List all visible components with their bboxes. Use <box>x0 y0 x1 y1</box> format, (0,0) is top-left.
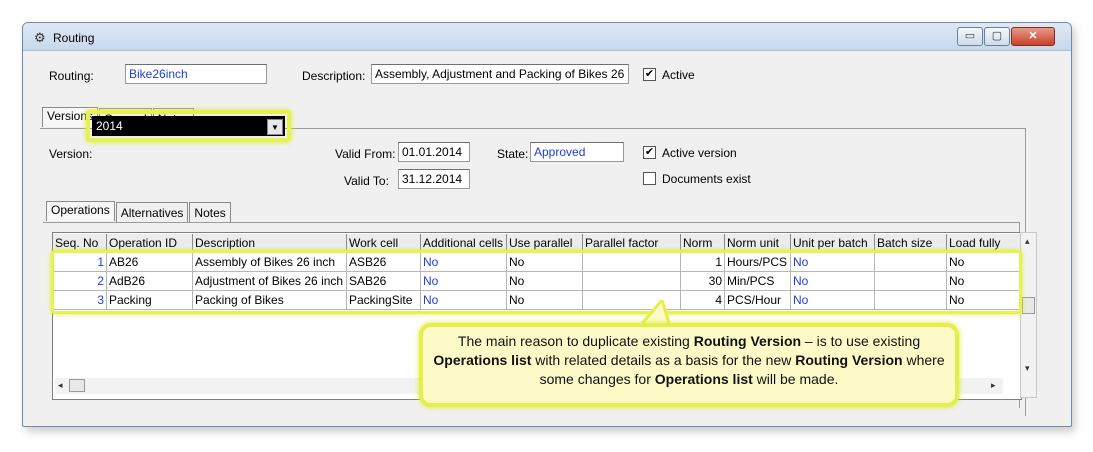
version-value: 2014 <box>96 119 123 133</box>
cell-description[interactable]: Assembly of Bikes 26 inch <box>193 253 347 272</box>
cell-norm-unit[interactable]: Hours/PCS <box>725 253 791 272</box>
callout-bold-4: Operations list <box>654 371 753 387</box>
horizontal-scroll-thumb[interactable] <box>69 379 85 392</box>
scroll-left-icon[interactable]: ◂ <box>58 380 63 391</box>
col-header-load-fully[interactable]: Load fully <box>947 234 1021 253</box>
cell-operation-id[interactable]: AB26 <box>107 253 193 272</box>
callout-text-2: – is to use existing <box>801 333 921 349</box>
scroll-right-icon[interactable]: ▸ <box>991 380 996 391</box>
callout-text-3: with related details as a basis for the … <box>531 352 796 368</box>
callout-bold-3: Routing Version <box>795 352 903 368</box>
col-header-norm[interactable]: Norm <box>681 234 725 253</box>
cell-work-cell[interactable]: SAB26 <box>347 272 421 291</box>
cell-seq-no[interactable]: 3 <box>53 291 107 310</box>
window-title: Routing <box>53 31 95 45</box>
cell-description[interactable]: Packing of Bikes <box>193 291 347 310</box>
valid-to-label: Valid To: <box>344 174 389 188</box>
active-version-label: Active version <box>662 146 737 160</box>
callout-bold-2: Operations list <box>433 352 532 368</box>
cell-seq-no[interactable]: 2 <box>53 272 107 291</box>
info-callout: The main reason to duplicate existing Ro… <box>419 323 959 407</box>
documents-exist-label: Documents exist <box>662 172 751 186</box>
cell-use-parallel[interactable]: No <box>507 253 583 272</box>
routing-field[interactable]: Bike26inch <box>125 64 267 84</box>
cell-seq-no[interactable]: 1 <box>53 253 107 272</box>
cell-norm-unit[interactable]: PCS/Hour <box>725 291 791 310</box>
col-header-norm-unit[interactable]: Norm unit <box>725 234 791 253</box>
cell-use-parallel[interactable]: No <box>507 272 583 291</box>
state-field[interactable]: Approved <box>530 142 624 162</box>
cell-batch-size[interactable] <box>875 253 947 272</box>
col-header-work-cell[interactable]: Work cell <box>347 234 421 253</box>
active-version-checkbox[interactable]: ✔ <box>643 146 656 159</box>
cell-norm[interactable]: 1 <box>681 253 725 272</box>
cell-batch-size[interactable] <box>875 272 947 291</box>
active-label: Active <box>662 68 695 82</box>
valid-from-field[interactable]: 01.01.2014 <box>398 142 470 162</box>
minimize-button[interactable]: ▭ <box>957 27 983 46</box>
title-bar[interactable]: ⚙ Routing ▭ ▢ ✕ <box>23 23 1071 51</box>
documents-exist-checkbox[interactable] <box>643 172 656 185</box>
routing-label: Routing: <box>49 69 94 83</box>
cell-load-fully[interactable]: No <box>947 272 1021 291</box>
cell-work-cell[interactable]: PackingSite <box>347 291 421 310</box>
col-header-seq-no[interactable]: Seq. No <box>53 234 107 253</box>
vertical-scroll-thumb[interactable] <box>1022 297 1035 314</box>
col-header-use-parallel[interactable]: Use parallel <box>507 234 583 253</box>
cell-norm-unit[interactable]: Min/PCS <box>725 272 791 291</box>
col-header-unit-per-batch[interactable]: Unit per batch <box>791 234 875 253</box>
sub-tabs: Operations Alternatives Notes <box>46 201 232 222</box>
cell-unit-per-batch[interactable]: No <box>791 291 875 310</box>
version-label: Version: <box>49 147 93 161</box>
col-header-description[interactable]: Description <box>193 234 347 253</box>
callout-bold-1: Routing Version <box>693 333 802 349</box>
tab-alternatives[interactable]: Alternatives <box>115 202 189 222</box>
dropdown-arrow-icon[interactable]: ▼ <box>267 119 283 135</box>
state-label: State: <box>497 147 529 161</box>
valid-from-label: Valid From: <box>335 147 396 161</box>
cell-norm[interactable]: 4 <box>681 291 725 310</box>
cell-additional-cells[interactable]: No <box>421 291 507 310</box>
maximize-button[interactable]: ▢ <box>984 27 1010 46</box>
callout-text-5: will be made. <box>752 371 839 387</box>
col-header-operation-id[interactable]: Operation ID <box>107 234 193 253</box>
cell-additional-cells[interactable]: No <box>421 253 507 272</box>
close-button[interactable]: ✕ <box>1011 27 1055 46</box>
cell-work-cell[interactable]: ASB26 <box>347 253 421 272</box>
cell-additional-cells[interactable]: No <box>421 272 507 291</box>
col-header-batch-size[interactable]: Batch size <box>875 234 947 253</box>
scroll-down-icon[interactable]: ▾ <box>1025 363 1030 374</box>
cell-operation-id[interactable]: AdB26 <box>107 272 193 291</box>
gear-icon: ⚙ <box>34 30 46 45</box>
version-combobox[interactable]: 2014 ▼ <box>86 110 291 142</box>
valid-to-field[interactable]: 31.12.2014 <box>398 169 470 189</box>
active-checkbox[interactable]: ✔ <box>643 68 656 81</box>
description-label: Description: <box>302 69 366 83</box>
cell-use-parallel[interactable]: No <box>507 291 583 310</box>
description-field[interactable]: Assembly, Adjustment and Packing of Bike… <box>371 64 629 84</box>
callout-text-1: The main reason to duplicate existing <box>457 333 694 349</box>
cell-norm[interactable]: 30 <box>681 272 725 291</box>
cell-unit-per-batch[interactable]: No <box>791 253 875 272</box>
cell-parallel-factor[interactable] <box>583 272 681 291</box>
cell-load-fully[interactable]: No <box>947 253 1021 272</box>
col-header-additional-cells[interactable]: Additional cells <box>421 234 507 253</box>
cell-parallel-factor[interactable] <box>583 253 681 272</box>
cell-unit-per-batch[interactable]: No <box>791 272 875 291</box>
tab-sub-notes[interactable]: Notes <box>189 202 231 222</box>
cell-operation-id[interactable]: Packing <box>107 291 193 310</box>
cell-batch-size[interactable] <box>875 291 947 310</box>
vertical-scrollbar[interactable]: ▴ ▾ <box>1020 232 1037 398</box>
cell-load-fully[interactable]: No <box>947 291 1021 310</box>
col-header-parallel-factor[interactable]: Parallel factor <box>583 234 681 253</box>
tab-operations[interactable]: Operations <box>46 201 115 221</box>
cell-description[interactable]: Adjustment of Bikes 26 inch <box>193 272 347 291</box>
scroll-up-icon[interactable]: ▴ <box>1025 236 1030 247</box>
